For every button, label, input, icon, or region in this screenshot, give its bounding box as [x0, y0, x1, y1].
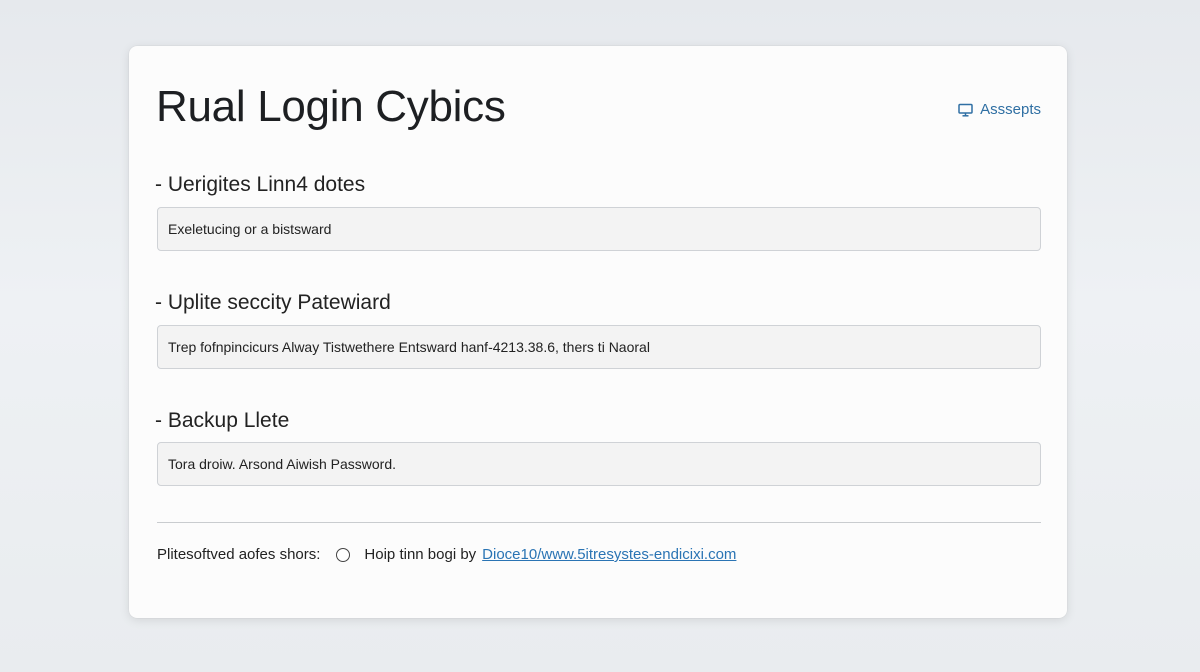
footer: Plitesoftved aofes shors: Hoip tinn bogi…: [157, 544, 736, 566]
radio-button[interactable]: [336, 548, 351, 562]
section-label-3: - Backup Llete: [155, 409, 290, 432]
field-1-input[interactable]: [157, 207, 1041, 251]
field-2-input[interactable]: [157, 325, 1041, 369]
footer-prefix: Plitesoftved aofes shors:: [157, 546, 321, 563]
section-label-2: - Uplite seccity Patewiard: [155, 291, 391, 314]
monitor-icon: [958, 103, 973, 117]
login-card: Rual Login Cybics Asssepts - Uerigites L…: [129, 46, 1067, 618]
assets-link[interactable]: Asssepts: [958, 101, 1041, 118]
field-3-input[interactable]: [157, 442, 1041, 486]
radio-label: Hoip tinn bogi by: [364, 546, 477, 563]
assets-link-label: Asssepts: [980, 101, 1041, 118]
page-title: Rual Login Cybics: [156, 82, 506, 131]
footer-link[interactable]: Dioce10/www.5itresystes-endicixi.com: [482, 544, 736, 566]
divider: [157, 522, 1041, 523]
section-label-1: - Uerigites Linn4 dotes: [155, 173, 366, 196]
